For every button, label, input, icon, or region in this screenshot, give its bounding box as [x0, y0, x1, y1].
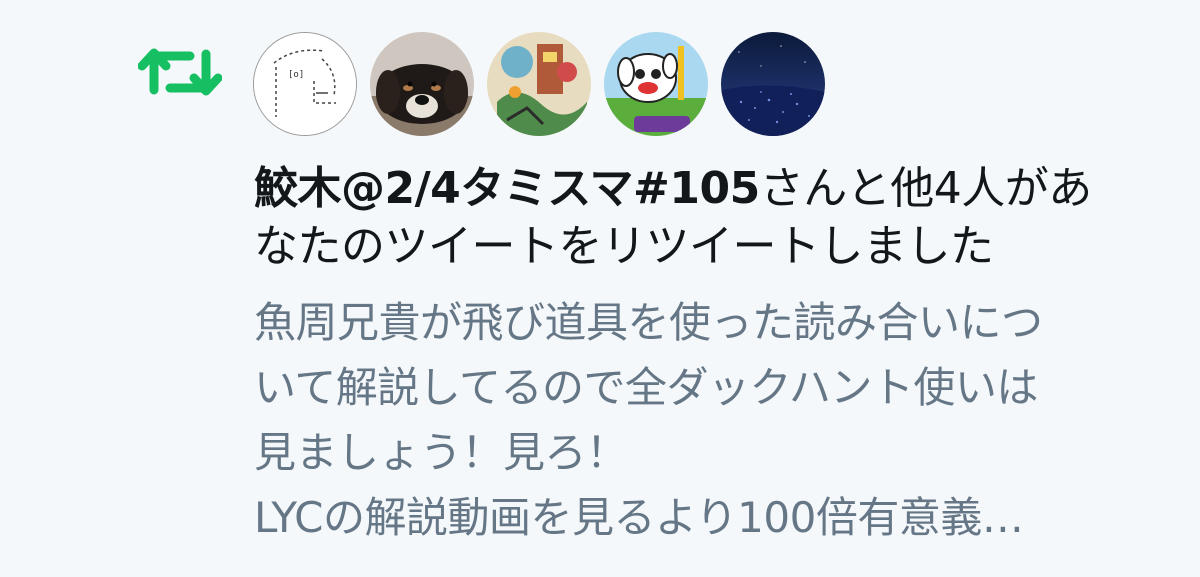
avatar[interactable]: [o] — [253, 32, 357, 136]
dog-avatar-icon — [370, 32, 474, 136]
avatar[interactable] — [487, 32, 591, 136]
retweet-icon — [137, 42, 223, 102]
retweet-notification[interactable]: [o] 鮫木@2/4タミスマ#105さんと他4人があ なたのツイートをリツイート… — [0, 0, 1200, 577]
tweet-text[interactable]: 魚周兄貴が飛び道具を使った読み合いにつ いて解説してるので全ダックハント使いは … — [254, 290, 1174, 550]
action-text: さんと他4人があ — [759, 163, 1093, 214]
illustration-avatar-icon — [487, 32, 591, 136]
tweet-line: 見ましょう！見ろ！ — [254, 428, 628, 477]
avatar[interactable] — [370, 32, 474, 136]
night-sky-avatar-icon — [721, 32, 825, 136]
cartoon-dog-avatar-icon — [604, 32, 708, 136]
svg-text:[o]: [o] — [288, 70, 304, 80]
action-text-continued: なたのツイートをリツイートしました — [254, 221, 994, 272]
retweeter-name[interactable]: 鮫木@2/4タミスマ#105 — [254, 163, 760, 214]
notification-headline: 鮫木@2/4タミスマ#105さんと他4人があ なたのツイートをリツイートしました — [254, 160, 1174, 276]
avatar[interactable] — [721, 32, 825, 136]
ascii-face-avatar-icon: [o] — [254, 33, 356, 135]
tweet-line: いて解説してるので全ダックハント使いは — [254, 363, 1038, 412]
tweet-line: 魚周兄貴が飛び道具を使った読み合いにつ — [254, 298, 1043, 347]
avatar[interactable] — [604, 32, 708, 136]
tweet-line: LYCの解説動画を見るより100倍有意義… — [254, 493, 1024, 542]
